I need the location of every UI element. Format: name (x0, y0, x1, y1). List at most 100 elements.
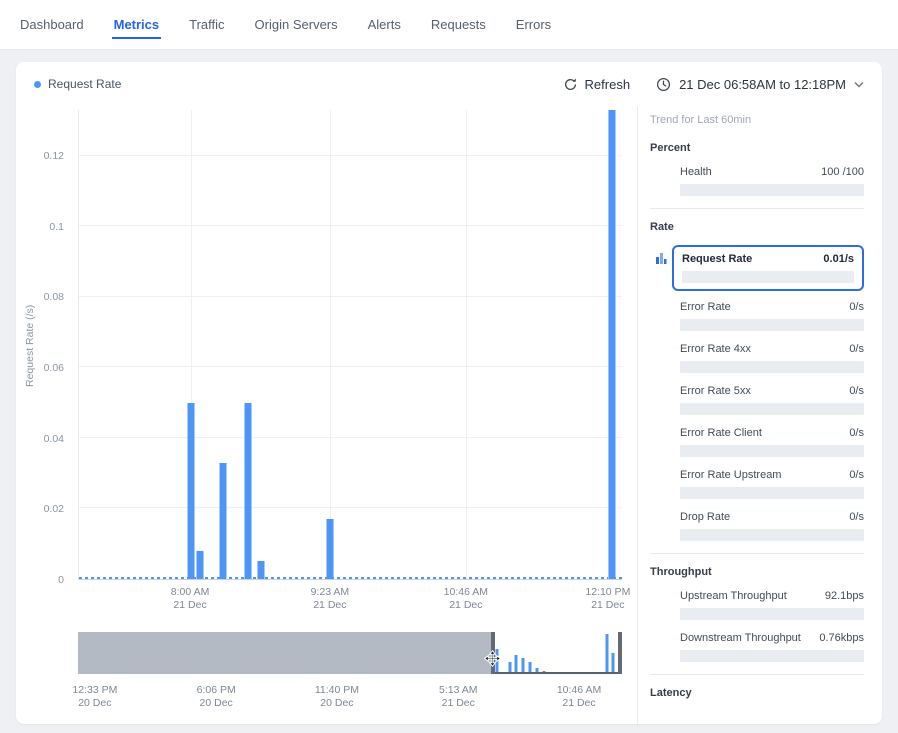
legend-dot-icon (34, 81, 41, 88)
tab-requests[interactable]: Requests (429, 11, 488, 39)
gridline-horizontal (79, 507, 622, 508)
trend-sidebar[interactable]: Trend for Last 60min Percent Health 100 … (637, 106, 882, 724)
refresh-button[interactable]: Refresh (563, 77, 631, 92)
sparkline (680, 487, 864, 499)
sparkline (680, 650, 864, 662)
request-rate-chart[interactable] (78, 110, 622, 580)
chart-bar[interactable] (187, 403, 194, 579)
sparkline (680, 445, 864, 457)
time-range-value: 21 Dec 06:58AM to 12:18PM (679, 77, 846, 92)
metric-value: 0/s (849, 469, 864, 481)
metric-health[interactable]: Health 100 /100 (680, 166, 864, 196)
metric-value: 0.76kbps (819, 632, 864, 644)
clock-icon (656, 77, 671, 92)
axis-tick-label: 8:00 AM21 Dec (171, 586, 210, 612)
zero-baseline-ticks (79, 577, 622, 579)
metric-value: 0/s (849, 343, 864, 355)
chart-bar[interactable] (219, 463, 226, 579)
metric-value: 0/s (849, 301, 864, 313)
metric-value: 0.01/s (823, 253, 854, 265)
gridline-vertical (330, 110, 331, 579)
sparkline (680, 608, 864, 620)
gridline-horizontal (79, 366, 622, 367)
legend-label: Request Rate (48, 77, 121, 91)
brush-axis-labels: 12:33 PM20 Dec6:06 PM20 Dec11:40 PM20 De… (78, 684, 622, 712)
section-heading-percent: Percent (650, 142, 864, 154)
y-axis-ticks: 00.020.040.060.080.10.12 (16, 110, 72, 580)
legend-request-rate[interactable]: Request Rate (34, 77, 121, 91)
sparkline (680, 403, 864, 415)
chart-bar[interactable] (196, 551, 203, 579)
metric-downstream-throughput[interactable]: Downstream Throughput 0.76kbps (680, 632, 864, 662)
refresh-label: Refresh (585, 77, 631, 92)
sparkline (680, 319, 864, 331)
sparkline (682, 271, 854, 283)
brush-handle-right[interactable] (618, 632, 622, 674)
axis-tick-label: 6:06 PM20 Dec (197, 684, 236, 710)
section-heading-latency: Latency (650, 687, 864, 699)
y-tick-label: 0.06 (44, 362, 64, 374)
brush-mini-bar (611, 653, 614, 674)
time-brush[interactable] (78, 632, 622, 674)
axis-tick-label: 9:23 AM21 Dec (311, 586, 350, 612)
gridline-vertical (466, 110, 467, 579)
gridline-horizontal (79, 225, 622, 226)
section-divider (650, 674, 864, 675)
brush-mini-bar (605, 634, 608, 674)
sparkline (680, 529, 864, 541)
tab-dashboard[interactable]: Dashboard (18, 11, 86, 39)
chevron-down-icon (854, 81, 864, 88)
section-divider (650, 553, 864, 554)
refresh-icon (563, 77, 578, 92)
metric-error-rate-4xx[interactable]: Error Rate 4xx 0/s (680, 343, 864, 373)
chart-bar[interactable] (609, 110, 616, 579)
y-tick-label: 0.12 (44, 150, 64, 162)
axis-tick-label: 10:46 AM21 Dec (444, 586, 488, 612)
metric-value: 0/s (849, 427, 864, 439)
gridline-horizontal (79, 155, 622, 156)
axis-tick-label: 12:33 PM20 Dec (72, 684, 117, 710)
metric-value: 100 /100 (821, 166, 864, 178)
axis-tick-label: 11:40 PM20 Dec (315, 684, 359, 710)
metric-error-rate-client[interactable]: Error Rate Client 0/s (680, 427, 864, 457)
tab-metrics[interactable]: Metrics (112, 11, 162, 39)
metric-drop-rate[interactable]: Drop Rate 0/s (680, 511, 864, 541)
y-tick-label: 0.1 (49, 221, 64, 233)
tab-alerts[interactable]: Alerts (366, 11, 403, 39)
move-cursor-icon (484, 650, 501, 667)
metric-request-rate[interactable]: Request Rate 0.01/s (672, 245, 864, 291)
section-heading-rate: Rate (650, 221, 864, 233)
brush-baseline (493, 672, 622, 674)
brush-unselected-mask (78, 632, 493, 674)
tab-origin-servers[interactable]: Origin Servers (253, 11, 340, 39)
axis-tick-label: 10:46 AM21 Dec (557, 684, 601, 710)
metric-value: 92.1bps (825, 590, 864, 602)
gridline-horizontal (79, 437, 622, 438)
metric-upstream-throughput[interactable]: Upstream Throughput 92.1bps (680, 590, 864, 620)
sparkline (680, 361, 864, 373)
time-range-picker[interactable]: 21 Dec 06:58AM to 12:18PM (656, 77, 864, 92)
metric-value: 0/s (849, 511, 864, 523)
section-divider (650, 208, 864, 209)
section-heading-throughput: Throughput (650, 566, 864, 578)
gridline-horizontal (79, 296, 622, 297)
metric-error-rate-upstream[interactable]: Error Rate Upstream 0/s (680, 469, 864, 499)
bar-chart-icon (655, 252, 667, 264)
metric-error-rate[interactable]: Error Rate 0/s (680, 301, 864, 331)
chart-bar[interactable] (327, 519, 334, 579)
y-tick-label: 0 (58, 574, 64, 586)
sidebar-title: Trend for Last 60min (650, 114, 864, 126)
metric-error-rate-5xx[interactable]: Error Rate 5xx 0/s (680, 385, 864, 415)
chart-bar[interactable] (257, 561, 264, 579)
card-header: Request Rate Refresh 21 Dec 06:58AM to 1… (16, 62, 882, 106)
x-axis-labels: 8:00 AM21 Dec 9:23 AM21 Dec 10:46 AM21 Dec… (78, 586, 622, 614)
sparkline (680, 184, 864, 196)
tab-traffic[interactable]: Traffic (187, 11, 226, 39)
y-tick-label: 0.02 (44, 503, 64, 515)
axis-tick-label: 12:10 PM21 Dec (585, 586, 630, 612)
y-tick-label: 0.08 (44, 291, 64, 303)
axis-tick-label: 5:13 AM21 Dec (439, 684, 478, 710)
top-nav: Dashboard Metrics Traffic Origin Servers… (0, 0, 898, 50)
chart-bar[interactable] (244, 403, 251, 579)
tab-errors[interactable]: Errors (514, 11, 553, 39)
